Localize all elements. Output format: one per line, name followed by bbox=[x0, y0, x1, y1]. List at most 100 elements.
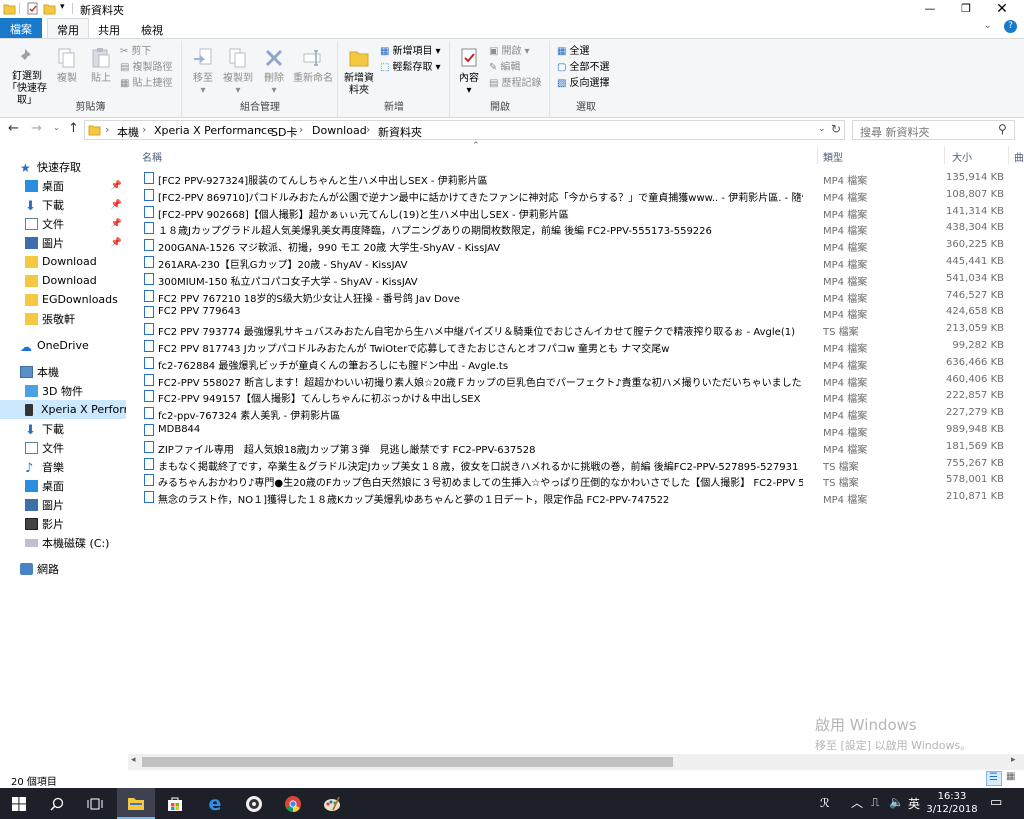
maximize-button[interactable]: ❐ bbox=[948, 0, 984, 17]
collapse-ribbon-chevron-icon[interactable]: ⌄ bbox=[984, 21, 992, 31]
nav-download-2[interactable]: Download bbox=[0, 271, 126, 290]
file-row[interactable]: 300MIUM-150 私立パコパコ女子大学 - ShyAV - KissJAV… bbox=[140, 271, 1024, 288]
taskbar-store[interactable] bbox=[156, 788, 194, 819]
file-row[interactable]: 261ARA-230【巨乳Gカップ】20歳 - ShyAV - KissJAV M… bbox=[140, 254, 1024, 271]
file-row[interactable]: FC2 PPV 767210 18岁的S级大奶少女让人狂操 - 番号鸽 Jav … bbox=[140, 288, 1024, 305]
start-button[interactable] bbox=[0, 788, 38, 819]
edit-button[interactable]: ✎ 編輯 bbox=[489, 61, 520, 75]
nav-download-1[interactable]: Download bbox=[0, 252, 126, 271]
clock[interactable]: 16:33 3/12/2018 bbox=[924, 790, 980, 816]
breadcrumb-xperia[interactable]: Xperia X Performance bbox=[154, 124, 274, 137]
search-taskbar-button[interactable] bbox=[38, 788, 76, 819]
file-row[interactable]: fc2-762884 最強爆乳ビッチが童貞くんの筆おろしにも膣ドン中出 - Av… bbox=[140, 355, 1024, 372]
file-row[interactable]: １８歳Jカップグラドル超人気美爆乳美女再度降臨，ハプニングありの期間枚数限定，前… bbox=[140, 220, 1024, 237]
taskbar-edge[interactable]: e bbox=[196, 788, 234, 819]
nav-pictures[interactable]: 圖片 📌 bbox=[0, 233, 126, 252]
cut-button[interactable]: ✂ 剪下 bbox=[120, 45, 151, 59]
file-row[interactable]: MDB844 MP4 檔案 989,948 KB bbox=[140, 422, 1024, 439]
scrollbar-thumb[interactable] bbox=[142, 757, 673, 767]
file-row[interactable]: FC2-PPV 949157【個人撮影】てんしちゃんに初ぶっかけ＆中出しSEX M… bbox=[140, 388, 1024, 405]
details-view-button[interactable]: ☰ bbox=[986, 771, 1002, 786]
copy-to-button[interactable]: 複製到 ▾ bbox=[221, 47, 255, 97]
nav-this-pc[interactable]: 本機 bbox=[0, 362, 126, 381]
column-extra[interactable]: 曲 bbox=[1014, 149, 1024, 164]
delete-button[interactable]: 刪除 ▾ bbox=[259, 47, 289, 97]
up-arrow-icon[interactable]: ↑ bbox=[68, 121, 79, 136]
minimize-button[interactable]: — bbox=[912, 0, 948, 17]
nav-quick-access[interactable]: ★ 快速存取 bbox=[0, 157, 126, 176]
column-type[interactable]: 類型 bbox=[823, 149, 843, 164]
paste-shortcut-button[interactable]: ▦ 貼上捷徑 bbox=[120, 77, 172, 91]
nav-xperia[interactable]: Xperia X Performa bbox=[0, 400, 126, 419]
nav-desktop[interactable]: 桌面 📌 bbox=[0, 176, 126, 195]
paste-button[interactable]: 貼上 bbox=[86, 47, 116, 85]
breadcrumb-this-pc[interactable]: 本機 bbox=[117, 124, 139, 140]
invert-selection-button[interactable]: ▧ 反向選擇 bbox=[557, 77, 609, 91]
file-row[interactable]: みるちゃんおかわり♪専門●生20歳のFカップ色白天然娘に３号初めましての生挿入☆… bbox=[140, 472, 1024, 489]
nav-onedrive[interactable]: ☁ OneDrive bbox=[0, 336, 126, 355]
breadcrumb-sd-card[interactable]: SD卡 bbox=[271, 124, 297, 140]
tab-view[interactable]: 檢視 bbox=[132, 20, 172, 38]
file-row[interactable]: [FC2 PPV-927324]服装のてんしちゃんと生ハメ中出しSEX - 伊莉… bbox=[140, 170, 1024, 187]
large-icons-view-button[interactable]: ▦ bbox=[1004, 771, 1020, 786]
search-icon[interactable]: ⚲ bbox=[998, 122, 1007, 136]
action-center-icon[interactable]: ▭ bbox=[990, 795, 1002, 810]
file-row[interactable]: FC2-PPV 558027 断言します！超超かわいい初撮り素人娘☆20歳Ｆカッ… bbox=[140, 372, 1024, 389]
help-icon[interactable]: ? bbox=[1004, 20, 1017, 33]
nav-music[interactable]: ♪ 音樂 bbox=[0, 457, 126, 476]
network-tray-icon[interactable]: ⎍ bbox=[871, 795, 879, 810]
nav-documents[interactable]: 文件 📌 bbox=[0, 214, 126, 233]
column-name[interactable]: 名稱 bbox=[142, 149, 162, 164]
nav-3d-objects[interactable]: 3D 物件 bbox=[0, 381, 126, 400]
new-folder-button[interactable]: 新增資料夾 bbox=[341, 47, 377, 97]
scroll-left-icon[interactable]: ◂ bbox=[131, 755, 136, 765]
nav-egdownloads[interactable]: EGDownloads bbox=[0, 290, 126, 309]
nav-videos[interactable]: 影片 bbox=[0, 514, 126, 533]
select-none-button[interactable]: ▢ 全部不選 bbox=[557, 61, 609, 75]
copy-path-button[interactable]: ▤ 複製路徑 bbox=[120, 61, 172, 75]
task-view-button[interactable] bbox=[76, 788, 114, 819]
file-row[interactable]: FC2 PPV 779643 MP4 檔案 424,658 KB bbox=[140, 304, 1024, 321]
scroll-right-icon[interactable]: ▸ bbox=[1011, 755, 1016, 765]
taskbar-file-explorer[interactable] bbox=[117, 788, 155, 819]
nav-zhang[interactable]: 張敬軒 bbox=[0, 309, 126, 328]
file-row[interactable]: まもなく掲載終了です，卒業生＆グラドル決定Jカップ美女１８歳，彼女を口説きハメれ… bbox=[140, 456, 1024, 473]
taskbar-app-globe[interactable] bbox=[235, 788, 273, 819]
tab-file[interactable]: 檔案 bbox=[0, 18, 42, 38]
new-item-button[interactable]: ▦ 新增項目 ▾ bbox=[380, 45, 440, 59]
file-row[interactable]: FC2 PPV 817743 Jカップパコドルみおたんが TwiOterで応募し… bbox=[140, 338, 1024, 355]
horizontal-scrollbar[interactable]: ◂ ▸ bbox=[128, 754, 1024, 770]
tab-share[interactable]: 共用 bbox=[89, 20, 129, 38]
file-row[interactable]: ZIPファイル専用 超人気娘18歳Jカップ第３弾 見逃し厳禁です FC2-PPV… bbox=[140, 439, 1024, 456]
nav-pc-desktop[interactable]: 桌面 bbox=[0, 476, 126, 495]
file-row[interactable]: [FC2-PPV 869710]パコドルみおたんが公園で逆ナン最中に話かけてきた… bbox=[140, 187, 1024, 204]
address-dropdown-chevron-icon[interactable]: ⌄ bbox=[818, 124, 826, 134]
show-hidden-icons-chevron-icon[interactable]: ︿ bbox=[851, 794, 863, 811]
nav-pc-pictures[interactable]: 圖片 bbox=[0, 495, 126, 514]
recent-locations-chevron-icon[interactable]: ⌄ bbox=[53, 123, 60, 132]
history-button[interactable]: ▤ 歷程記錄 bbox=[489, 77, 541, 91]
properties-icon[interactable] bbox=[26, 2, 39, 15]
properties-button[interactable]: 內容 ▾ bbox=[454, 47, 484, 97]
nav-pc-documents[interactable]: 文件 bbox=[0, 438, 126, 457]
taskbar-chrome[interactable] bbox=[274, 788, 312, 819]
file-row[interactable]: 200GANA-1526 マジ軟派、初撮，990 モエ 20歳 大学生-ShyA… bbox=[140, 237, 1024, 254]
taskbar-paint[interactable] bbox=[313, 788, 351, 819]
move-to-button[interactable]: 移至 ▾ bbox=[187, 47, 219, 97]
tab-home[interactable]: 常用 bbox=[47, 18, 89, 39]
breadcrumb-new-folder[interactable]: 新資料夾 bbox=[378, 124, 422, 140]
refresh-icon[interactable]: ↻ bbox=[831, 122, 841, 136]
close-button[interactable]: ✕ bbox=[984, 0, 1020, 17]
file-row[interactable]: [FC2-PPV 902668]【個人撮影】超かぁぃぃ元てんし(19)と生ハメ中… bbox=[140, 204, 1024, 221]
file-row[interactable]: FC2 PPV 793774 最強爆乳サキュバスみおたん自宅から生ハメ中継パイズ… bbox=[140, 321, 1024, 338]
back-arrow-icon[interactable]: ← bbox=[8, 121, 19, 136]
search-box[interactable]: 搜尋 新資料夾 ⚲ bbox=[852, 120, 1015, 140]
search-input[interactable]: 搜尋 新資料夾 bbox=[860, 124, 930, 140]
volume-icon[interactable]: 🔈 bbox=[889, 795, 904, 809]
file-row[interactable]: fc2-ppv-767324 素人美乳 - 伊莉影片區 MP4 檔案 227,279… bbox=[140, 405, 1024, 422]
open-button[interactable]: ▣ 開啟 ▾ bbox=[489, 45, 529, 59]
nav-local-disk[interactable]: 本機磁碟 (C:) bbox=[0, 533, 126, 552]
customize-qa-chevron-icon[interactable]: ▾ bbox=[60, 2, 65, 12]
address-box[interactable]: › 本機 › Xperia X Performance › SD卡 › Down… bbox=[84, 120, 845, 140]
file-row[interactable]: 無念のラスト作，NO１]獲得した１８歳Kカップ美爆乳ゆあちゃんと夢の１日デート，… bbox=[140, 489, 1024, 506]
